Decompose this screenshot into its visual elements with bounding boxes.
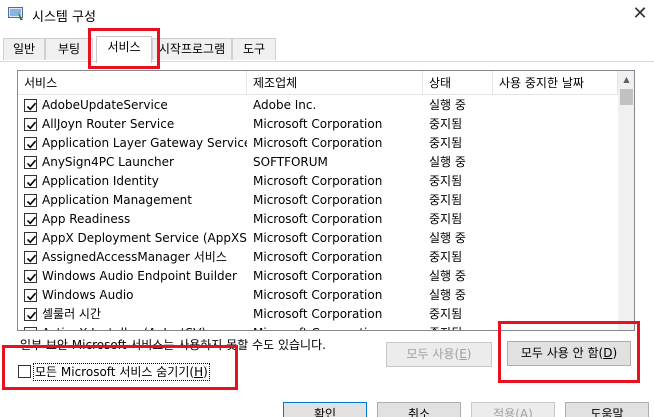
service-status: 중지됨 — [429, 250, 463, 264]
list-header: 서비스 제조업체 상태 사용 중지한 날짜 — [18, 71, 618, 95]
tab-tools[interactable]: 도구 — [232, 38, 276, 60]
service-name: AppX Deployment Service (AppXSV... — [42, 231, 247, 245]
enable-all-label: 모두 사용(E) — [406, 347, 472, 361]
service-checkbox[interactable] — [24, 270, 37, 283]
service-status: 중지됨 — [429, 212, 463, 226]
service-row[interactable]: 셀룰러 시간 Microsoft Corporation 중지됨 — [18, 305, 618, 324]
services-list[interactable]: 서비스 제조업체 상태 사용 중지한 날짜 AdobeUpdateService… — [17, 70, 635, 331]
security-note: 일부 보안 Microsoft 서비스는 사용하지 못할 수도 있습니다. — [20, 338, 326, 352]
service-vendor: Microsoft Corporation — [253, 117, 383, 131]
service-row[interactable]: AdobeUpdateService Adobe Inc. 실행 중 — [18, 96, 618, 115]
service-checkbox[interactable] — [24, 213, 37, 226]
service-name: AnySign4PC Launcher — [42, 155, 174, 169]
service-row[interactable]: Application Layer Gateway Service Microso… — [18, 134, 618, 153]
tab-boot[interactable]: 부팅 — [45, 38, 93, 60]
service-vendor: Microsoft Corporation — [253, 231, 383, 245]
service-checkbox[interactable] — [24, 99, 37, 112]
service-status: 실행 중 — [429, 288, 466, 302]
enable-all-button[interactable]: 모두 사용(E) — [386, 342, 492, 367]
service-vendor: Microsoft Corporation — [253, 193, 383, 207]
service-name: Application Identity — [42, 174, 159, 188]
title-bar: 시스템 구성 ✕ — [0, 0, 654, 30]
service-row[interactable]: Application Identity Microsoft Corporatio… — [18, 172, 618, 191]
service-row[interactable]: Windows Audio Endpoint Builder Microsoft … — [18, 267, 618, 286]
service-row[interactable]: AllJoyn Router Service Microsoft Corporat… — [18, 115, 618, 134]
service-status: 중지됨 — [429, 307, 463, 321]
service-vendor: Microsoft Corporation — [253, 136, 383, 150]
service-vendor: Microsoft Corporation — [253, 269, 383, 283]
tab-strip: 일반 부팅 서비스 시작프로그램 도구 — [0, 36, 654, 63]
service-status: 중지됨 — [429, 117, 463, 131]
service-name: AllJoyn Router Service — [42, 117, 175, 131]
apply-label: 적용(A) — [493, 407, 533, 417]
hide-microsoft-checkbox[interactable] — [18, 365, 31, 378]
service-name: AdobeUpdateService — [42, 98, 168, 112]
system-config-icon — [8, 7, 23, 20]
service-checkbox[interactable] — [24, 156, 37, 169]
help-button[interactable]: 도움말 — [565, 402, 649, 417]
apply-button[interactable]: 적용(A) — [471, 402, 555, 417]
service-vendor: Adobe Inc. — [253, 98, 317, 112]
disable-all-label: 모두 사용 안 함(D) — [520, 346, 618, 360]
disable-all-button[interactable]: 모두 사용 안 함(D) — [507, 341, 631, 366]
cancel-button[interactable]: 취소 — [377, 402, 461, 417]
tab-general[interactable]: 일반 — [3, 38, 45, 60]
column-header-vendor[interactable]: 제조업체 — [247, 71, 423, 95]
service-status: 중지됨 — [429, 193, 463, 207]
service-name: Windows Audio Endpoint Builder — [42, 269, 237, 283]
hide-microsoft-label[interactable]: 모든 Microsoft 서비스 숨기기(H) — [33, 363, 210, 381]
service-name: Windows Audio — [42, 288, 134, 302]
service-status: 중지됨 — [429, 136, 463, 150]
service-checkbox[interactable] — [24, 232, 37, 245]
service-name: AssignedAccessManager 서비스 — [42, 250, 227, 264]
service-name: ActiveX Installer (AxInstSV) — [42, 324, 247, 330]
service-row[interactable]: Windows Audio Microsoft Corporation 실행 중 — [18, 286, 618, 305]
service-row[interactable]: AnySign4PC Launcher SOFTFORUM 실행 중 — [18, 153, 618, 172]
service-status: 중지됨 — [429, 324, 493, 330]
service-checkbox[interactable] — [24, 308, 37, 321]
service-checkbox[interactable] — [24, 251, 37, 264]
help-label: 도움말 — [590, 407, 624, 417]
service-status: 실행 중 — [429, 269, 466, 283]
service-status: 실행 중 — [429, 231, 466, 245]
service-vendor: Microsoft Corporation — [253, 212, 383, 226]
service-status: 실행 중 — [429, 155, 466, 169]
service-row[interactable]: AppX Deployment Service (AppXSV... Micros… — [18, 229, 618, 248]
column-header-service[interactable]: 서비스 — [18, 71, 247, 95]
service-vendor: SOFTFORUM — [253, 155, 328, 169]
column-header-status[interactable]: 상태 — [423, 71, 493, 95]
service-checkbox[interactable] — [24, 327, 37, 330]
service-vendor: Microsoft Corporation — [253, 288, 383, 302]
service-vendor: Microsoft Corporation — [253, 174, 383, 188]
service-row[interactable]: App Readiness Microsoft Corporation 중지됨 — [18, 210, 618, 229]
service-name: 셀룰러 시간 — [42, 307, 102, 321]
service-name: App Readiness — [42, 212, 131, 226]
service-vendor: Microsoft Corporation — [253, 307, 383, 321]
close-icon[interactable]: ✕ — [626, 2, 654, 26]
service-row[interactable]: ActiveX Installer (AxInstSV) Microsoft Co… — [18, 324, 618, 330]
service-row[interactable]: Application Management Microsoft Corporat… — [18, 191, 618, 210]
ok-button[interactable]: 확인 — [283, 402, 367, 417]
service-name: Application Layer Gateway Service — [42, 136, 247, 150]
service-row[interactable]: AssignedAccessManager 서비스 Microsoft Corpo… — [18, 248, 618, 267]
scroll-up-icon[interactable]: ▲ — [618, 71, 634, 88]
tab-services[interactable]: 서비스 — [96, 36, 152, 63]
window-title: 시스템 구성 — [32, 10, 96, 25]
service-checkbox[interactable] — [24, 194, 37, 207]
service-vendor: Microsoft Corporation — [253, 324, 423, 330]
service-checkbox[interactable] — [24, 289, 37, 302]
column-header-disabled-date[interactable]: 사용 중지한 날짜 — [493, 71, 618, 95]
service-checkbox[interactable] — [24, 175, 37, 188]
service-name: Application Management — [42, 193, 192, 207]
vertical-scrollbar[interactable]: ▲ — [618, 71, 634, 330]
service-status: 중지됨 — [429, 174, 463, 188]
scroll-thumb[interactable] — [620, 89, 633, 105]
tab-startup[interactable]: 시작프로그램 — [152, 38, 232, 60]
ok-label: 확인 — [313, 407, 337, 417]
cancel-label: 취소 — [407, 407, 431, 417]
service-checkbox[interactable] — [24, 118, 37, 131]
service-checkbox[interactable] — [24, 137, 37, 150]
service-status: 실행 중 — [429, 98, 466, 112]
service-vendor: Microsoft Corporation — [253, 250, 383, 264]
